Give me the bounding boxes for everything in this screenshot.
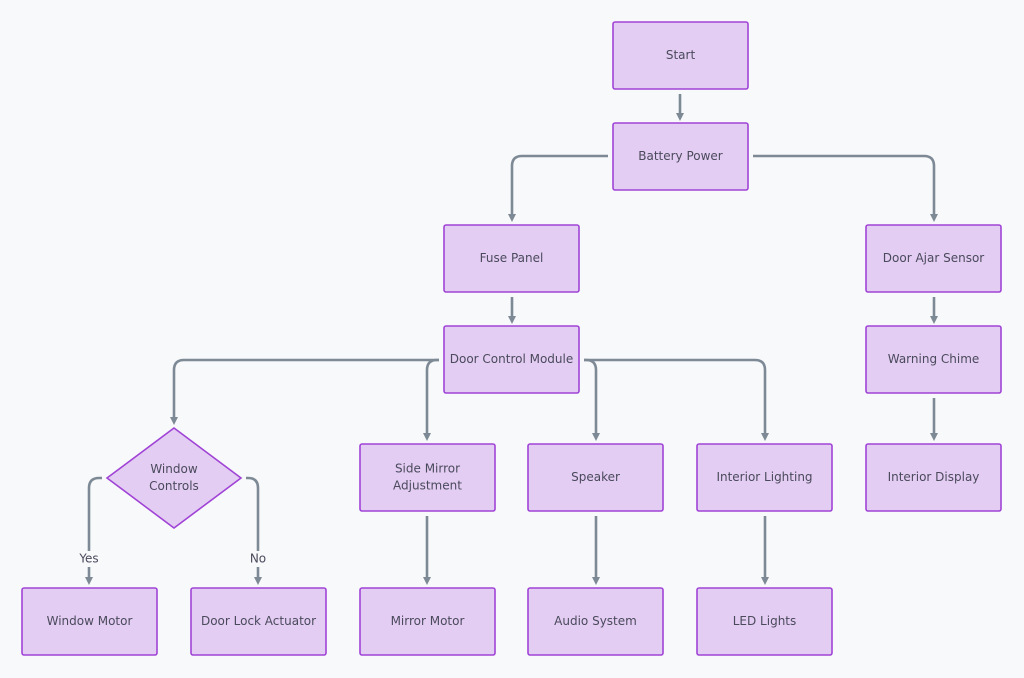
node-led[interactable]: LED Lights	[696, 587, 833, 656]
node-chime[interactable]: Warning Chime	[865, 325, 1002, 394]
node-wmotor[interactable]: Window Motor	[21, 587, 158, 656]
node-window[interactable]: Window Controls	[105, 427, 243, 529]
node-label: Window	[150, 462, 198, 476]
node-label: Warning Chime	[888, 352, 980, 366]
node-fuse[interactable]: Fuse Panel	[443, 224, 580, 293]
node-label: Adjustment	[393, 479, 462, 493]
node-start[interactable]: Start	[612, 21, 749, 90]
node-label: Battery Power	[638, 149, 723, 163]
node-lock[interactable]: Door Lock Actuator	[190, 587, 327, 656]
node-speaker[interactable]: Speaker	[527, 443, 664, 512]
node-mirror[interactable]: Side Mirror Adjustment	[359, 443, 496, 512]
node-display[interactable]: Interior Display	[865, 443, 1002, 512]
edge-label-no: No	[250, 552, 266, 566]
node-label: Door Ajar Sensor	[883, 251, 985, 265]
edge-dcm-speaker	[584, 358, 600, 441]
node-dcm[interactable]: Door Control Module	[443, 325, 580, 394]
node-label: Audio System	[554, 614, 637, 628]
edge-dcm-window	[170, 358, 439, 425]
node-ajar[interactable]: Door Ajar Sensor	[865, 224, 1002, 293]
node-battery[interactable]: Battery Power	[612, 122, 749, 191]
node-label: Start	[666, 48, 696, 62]
node-label: Speaker	[571, 470, 620, 484]
flowchart: Yes No Start Battery Power Fuse Panel Door A…	[21, 21, 1002, 656]
node-label: Door Lock Actuator	[201, 614, 316, 628]
node-audio[interactable]: Audio System	[527, 587, 664, 656]
node-label: Fuse Panel	[480, 251, 544, 265]
edge-dcm-mirror	[423, 358, 439, 441]
process-shape	[359, 443, 496, 512]
edge-label-yes: Yes	[78, 552, 98, 566]
node-label: Door Control Module	[450, 352, 574, 366]
node-lighting[interactable]: Interior Lighting	[696, 443, 833, 512]
node-label: Controls	[149, 479, 199, 493]
edge-battery-fuse	[508, 154, 608, 222]
node-label: Mirror Motor	[391, 614, 465, 628]
decision-shape	[105, 427, 243, 529]
node-label: LED Lights	[733, 614, 797, 628]
edge-battery-ajar	[753, 154, 938, 222]
node-label: Interior Lighting	[716, 470, 812, 484]
node-label: Side Mirror	[395, 462, 460, 476]
node-label: Interior Display	[888, 470, 980, 484]
node-mmotor[interactable]: Mirror Motor	[359, 587, 496, 656]
node-label: Window Motor	[47, 614, 133, 628]
edge-dcm-lighting	[584, 358, 769, 441]
